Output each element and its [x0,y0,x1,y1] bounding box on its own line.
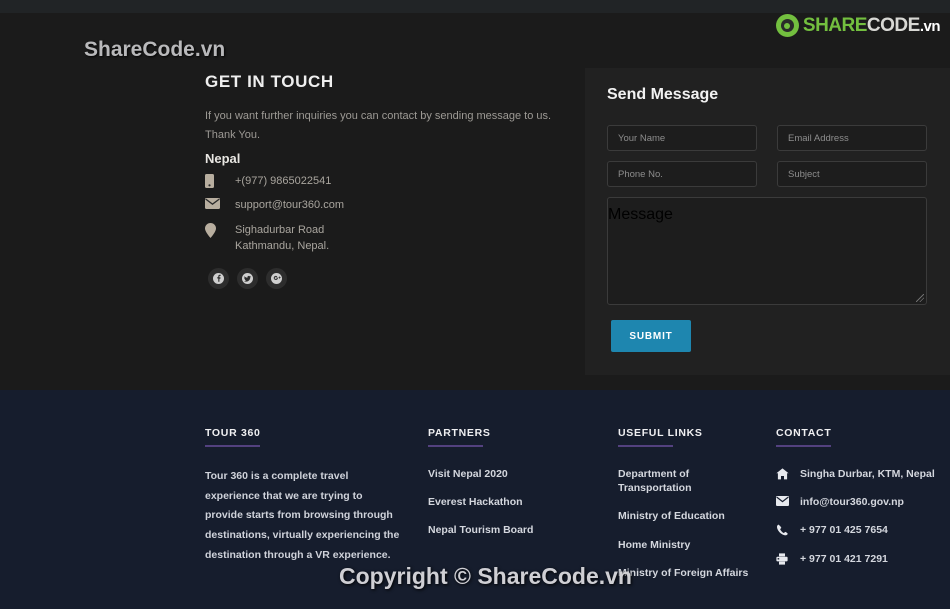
footer-link-department-of-transportation[interactable]: Department of Transportation [618,467,763,495]
footer-column-contact: CONTACT Singha Durbar, KTM, Nepal info@t… [776,423,950,580]
contact-phone-value: +(977) 9865022541 [235,175,332,187]
footer-heading-rule [428,445,483,447]
contact-description: If you want further inquiries you can co… [205,110,552,142]
envelope-icon [205,198,235,209]
message-placeholder: Message [608,206,673,223]
footer-link-home-ministry[interactable]: Home Ministry [618,538,763,552]
footer-contact-phone-row[interactable]: + 977 01 425 7654 [776,523,950,537]
send-message-title: Send Message [607,86,719,103]
phone-no-placeholder: Phone No. [618,168,663,180]
social-links [208,268,287,289]
your-name-input[interactable]: Your Name [607,125,757,151]
top-strip [0,0,950,13]
home-icon [776,467,800,480]
footer-heading-rule [776,445,831,447]
footer-column-partners: PARTNERS Visit Nepal 2020 Everest Hackat… [428,423,598,552]
twitter-icon[interactable] [237,268,258,289]
google-plus-icon[interactable] [266,268,287,289]
footer-contact-address-row: Singha Durbar, KTM, Nepal [776,467,950,481]
phone-icon [776,523,800,536]
contact-country-heading: Nepal [205,151,241,166]
footer-about-text: Tour 360 is a complete travel experience… [205,470,400,561]
footer-contact-email-row[interactable]: info@tour360.gov.np [776,495,950,509]
footer-column-useful-links: USEFUL LINKS Department of Transportatio… [618,423,763,594]
fax-icon [776,552,800,565]
footer-contact-email: info@tour360.gov.np [800,496,904,509]
footer-heading-contact: CONTACT [776,427,832,439]
footer-link-visit-nepal-2020[interactable]: Visit Nepal 2020 [428,467,598,481]
page-title: GET IN TOUCH [205,72,334,91]
map-pin-icon [205,223,235,238]
subject-placeholder: Subject [788,168,820,180]
contact-address-line1: Sighadurbar Road [235,224,325,236]
subject-input[interactable]: Subject [777,161,927,187]
email-address-placeholder: Email Address [788,132,849,144]
contact-email-row[interactable]: support@tour360.com [205,198,344,214]
footer-link-ministry-of-foreign-affairs[interactable]: Ministry of Foreign Affairs [618,566,763,580]
contact-address-line2: Kathmandu, Nepal. [235,239,330,252]
footer-link-everest-hackathon[interactable]: Everest Hackathon [428,495,598,509]
phone-no-input[interactable]: Phone No. [607,161,757,187]
footer-heading-rule [205,445,260,447]
resize-handle-icon[interactable] [916,294,924,302]
footer-column-tour360: TOUR 360 Tour 360 is a complete travel e… [205,423,400,566]
contact-phone-row[interactable]: +(977) 9865022541 [205,174,331,190]
envelope-icon [776,495,800,507]
footer-contact-fax: + 977 01 421 7291 [800,552,888,565]
footer-contact-address: Singha Durbar, KTM, Nepal [800,468,935,480]
message-textarea[interactable]: Message [607,197,927,305]
watermark-bottom: Copyright © ShareCode.vn [339,563,632,589]
footer-link-nepal-tourism-board[interactable]: Nepal Tourism Board [428,523,598,537]
footer-heading-useful-links: USEFUL LINKS [618,427,703,439]
contact-address-row: Sighadurbar Road Kathmandu, Nepal. [205,223,329,255]
footer-contact-fax-row: + 977 01 421 7291 [776,552,950,566]
footer-contact-phone: + 977 01 425 7654 [800,524,888,537]
footer-heading-rule [618,445,673,447]
contact-section: GET IN TOUCH If you want further inquiri… [0,13,950,390]
facebook-icon[interactable] [208,268,229,289]
contact-address-value: Sighadurbar Road Kathmandu, Nepal. [235,223,329,255]
email-address-input[interactable]: Email Address [777,125,927,151]
your-name-placeholder: Your Name [618,132,666,144]
footer-heading-partners: PARTNERS [428,427,491,439]
footer-link-ministry-of-education[interactable]: Ministry of Education [618,509,763,523]
submit-button[interactable]: SUBMIT [611,320,691,352]
page-root: SHARECODE.vn ShareCode.vn GET IN TOUCH I… [0,0,950,609]
mobile-phone-icon [205,174,235,188]
contact-email-value: support@tour360.com [235,199,345,211]
footer-heading-tour360: TOUR 360 [205,427,261,439]
